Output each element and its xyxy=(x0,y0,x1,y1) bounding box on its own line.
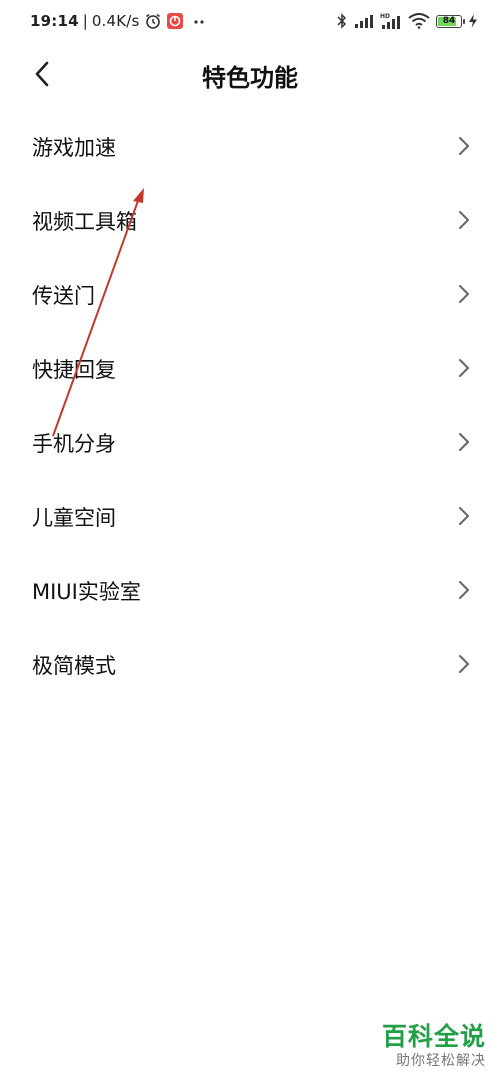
item-label: 游戏加速 xyxy=(32,136,116,160)
page-title: 特色功能 xyxy=(202,64,298,92)
status-left: 19:14 | 0.4K/s xyxy=(30,12,210,30)
chevron-right-icon xyxy=(459,433,469,451)
charging-icon xyxy=(469,14,477,28)
watermark: 百科全说 助你轻松解决 xyxy=(382,1022,486,1070)
header: 特色功能 xyxy=(0,46,500,102)
status-right: HD 84 xyxy=(336,12,478,30)
wifi-icon xyxy=(408,13,430,29)
item-label: MIUI实验室 xyxy=(32,580,141,604)
item-label: 快捷回复 xyxy=(32,358,116,382)
net-speed: 0.4K/s xyxy=(91,12,140,30)
chevron-right-icon xyxy=(459,507,469,525)
item-label: 极简模式 xyxy=(32,654,116,678)
alarm-icon xyxy=(145,13,160,29)
item-label: 手机分身 xyxy=(32,432,116,456)
signal-icon xyxy=(355,15,373,28)
svg-text:HD: HD xyxy=(380,13,390,20)
list-item-portal[interactable]: 传送门 xyxy=(0,258,500,332)
hd-signal-icon: HD xyxy=(380,13,400,29)
list-item-video-toolbox[interactable]: 视频工具箱 xyxy=(0,184,500,258)
app-notification-icon xyxy=(166,13,183,29)
feature-list: 游戏加速 视频工具箱 传送门 快捷回复 手机分身 儿童空间 MIUI实验室 极简… xyxy=(0,110,500,702)
chevron-right-icon xyxy=(459,211,469,229)
chevron-right-icon xyxy=(459,285,469,303)
status-separator: | xyxy=(82,12,88,30)
bluetooth-icon xyxy=(337,13,347,29)
item-label: 传送门 xyxy=(32,284,95,308)
list-item-miui-lab[interactable]: MIUI实验室 xyxy=(0,554,500,628)
item-label: 视频工具箱 xyxy=(32,210,137,234)
watermark-brand: 百科全说 xyxy=(381,1022,486,1051)
chevron-right-icon xyxy=(459,137,469,155)
list-item-second-space[interactable]: 手机分身 xyxy=(0,406,500,480)
watermark-slogan: 助你轻松解决 xyxy=(396,1053,486,1069)
item-label: 儿童空间 xyxy=(32,506,116,530)
more-dots-icon xyxy=(193,20,204,24)
chevron-right-icon xyxy=(459,655,469,673)
list-item-simple-mode[interactable]: 极简模式 xyxy=(0,628,500,702)
battery-icon: 84 xyxy=(436,14,465,28)
chevron-right-icon xyxy=(459,581,469,599)
list-item-kids-space[interactable]: 儿童空间 xyxy=(0,480,500,554)
list-item-game-speed[interactable]: 游戏加速 xyxy=(0,110,500,184)
list-item-quick-reply[interactable]: 快捷回复 xyxy=(0,332,500,406)
status-time: 19:14 xyxy=(30,12,79,30)
chevron-right-icon xyxy=(459,359,469,377)
battery-level: 84 xyxy=(442,16,456,26)
status-bar: 19:14 | 0.4K/s HD 84 xyxy=(0,0,500,46)
